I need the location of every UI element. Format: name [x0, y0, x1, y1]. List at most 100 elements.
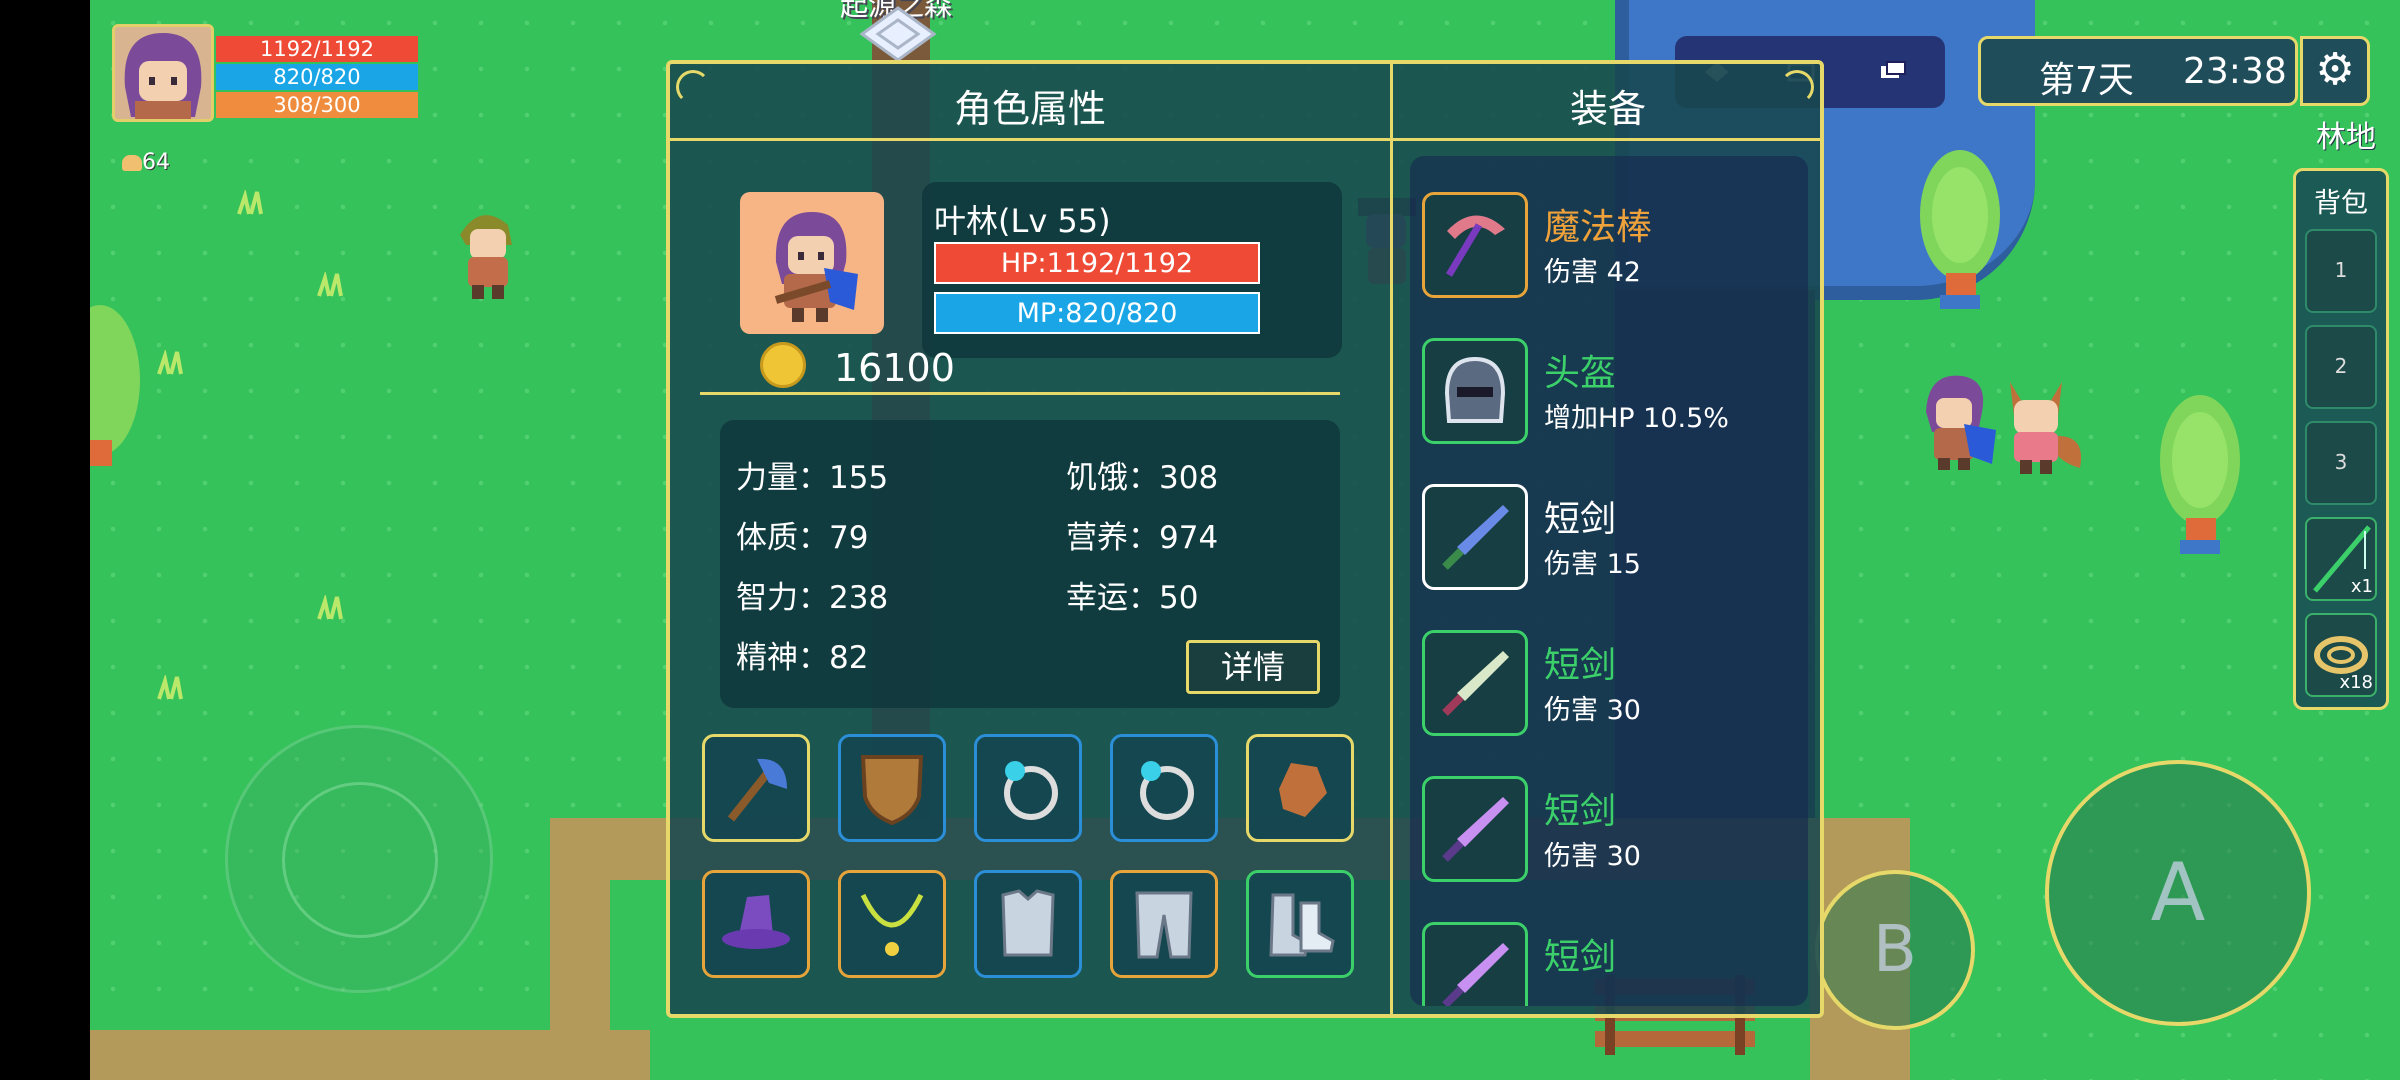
backpack-slot-2[interactable]: 2	[2305, 325, 2377, 409]
details-button[interactable]: 详情	[1186, 640, 1320, 694]
equipment-item[interactable]: 短剑 伤害 15	[1422, 476, 1802, 596]
character-mp-bar: MP:820/820	[934, 292, 1260, 334]
equip-slot-shield[interactable]	[838, 734, 946, 842]
equipment-name: 短剑	[1544, 791, 1617, 832]
dialog-header-line	[670, 138, 1820, 141]
equip-slot-boots[interactable]	[1246, 870, 1354, 978]
boots-icon	[1269, 893, 1335, 957]
equip-slot-necklace[interactable]	[838, 870, 946, 978]
equipment-name: 短剑	[1544, 645, 1617, 686]
character-dialog: 角色属性 装备 叶林(Lv 55) HP:1192/1192 MP:820/82…	[666, 60, 1824, 1018]
fox-companion[interactable]	[2000, 376, 2086, 476]
equip-slot-hat[interactable]	[702, 870, 810, 978]
stat-spirit: 精神：82	[736, 640, 869, 676]
a-button[interactable]: A	[2045, 760, 2311, 1026]
armor-icon	[1001, 889, 1055, 957]
dirt-path	[90, 1030, 650, 1080]
ring-icon	[1140, 761, 1194, 820]
equip-slot-leggings[interactable]	[1110, 870, 1218, 978]
equip-slot-weapon[interactable]	[702, 734, 810, 842]
sword-icon	[1442, 943, 1509, 1006]
character-portrait	[740, 192, 884, 334]
sword-icon	[1442, 505, 1509, 570]
grass-tuft	[157, 675, 183, 700]
stat-strength: 力量：155	[736, 460, 889, 496]
food-icon	[122, 155, 142, 171]
b-button[interactable]: B	[1815, 870, 1975, 1030]
food-count: 64	[142, 150, 170, 175]
tree	[1920, 150, 2000, 309]
backpack-slot-5[interactable]: x18	[2305, 613, 2377, 697]
equipment-desc: 伤害 15	[1544, 549, 1641, 580]
location-label: 林地	[2316, 120, 2376, 155]
equipment-name: 短剑	[1544, 499, 1617, 540]
gold-amount: 16100	[834, 346, 955, 390]
equipment-item[interactable]: 短剑	[1422, 914, 1802, 1006]
grass-tuft	[157, 350, 183, 375]
equipment-name: 头盔	[1544, 353, 1617, 394]
equipment-item[interactable]: 短剑 伤害 30	[1422, 622, 1802, 742]
helmet-icon	[1444, 356, 1506, 423]
item-count: x1	[2350, 576, 2373, 597]
leggings-icon	[1135, 891, 1193, 959]
settings-gear-icon[interactable]: ⚙	[2300, 36, 2370, 106]
equip-slot-gloves[interactable]	[1246, 734, 1354, 842]
pickaxe-icon	[1445, 215, 1505, 277]
equipment-item[interactable]: 头盔 增加HP 10.5%	[1422, 330, 1802, 450]
ring-icon	[1004, 761, 1058, 820]
player-mp-bar: 820/820	[216, 64, 418, 90]
equip-slot-ring-2[interactable]	[1110, 734, 1218, 842]
grass-tuft	[237, 190, 263, 215]
equipment-title: 装备	[1569, 87, 1646, 131]
player-hp-bar: 1192/1192	[216, 36, 418, 62]
tree	[90, 305, 140, 466]
time-label: 23:38	[2183, 51, 2287, 92]
day-time-display: 第7天 23:38	[1978, 36, 2298, 106]
equipment-icon-frame	[1422, 338, 1528, 444]
equipment-list[interactable]: 魔法棒 伤害 42 头盔 增加HP 10.5% 短剑 伤害 15 短剑 伤害 3…	[1410, 156, 1808, 1006]
dialog-divider	[1390, 64, 1393, 1018]
character-sprite-icon	[774, 212, 858, 322]
sword-icon	[1442, 797, 1509, 862]
item-count: x18	[2339, 672, 2373, 693]
character-hp-bar: HP:1192/1192	[934, 242, 1260, 284]
player-portrait-icon	[124, 33, 202, 119]
equipment-icon-frame	[1422, 630, 1528, 736]
movement-joystick[interactable]	[225, 725, 493, 993]
backpack-slot-1[interactable]: 1	[2305, 229, 2377, 313]
axe-icon	[727, 758, 787, 822]
equipment-desc: 伤害 30	[1544, 841, 1641, 872]
shield-icon	[860, 755, 924, 826]
stat-intelligence: 智力：238	[736, 580, 889, 616]
food-counter: 64	[122, 150, 170, 175]
tree	[2160, 395, 2240, 554]
equipment-name: 魔法棒	[1544, 207, 1653, 248]
backpack-slot-3[interactable]: 3	[2305, 421, 2377, 505]
waypoint-crystal-icon[interactable]	[858, 6, 938, 62]
grass-tuft	[317, 595, 343, 620]
backpack-panel: 背包 1 2 3 x1 x18	[2293, 168, 2389, 710]
player-character[interactable]	[1918, 372, 1998, 472]
player-avatar[interactable]	[112, 24, 214, 122]
equipment-icon-frame	[1422, 484, 1528, 590]
section-divider	[700, 392, 1340, 395]
attributes-title: 角色属性	[953, 87, 1106, 131]
player-stamina-bar: 308/300	[216, 92, 418, 118]
grass-tuft	[317, 272, 343, 297]
npc-character[interactable]	[450, 205, 526, 301]
backpack-slot-4[interactable]: x1	[2305, 517, 2377, 601]
character-info-panel: 叶林(Lv 55) HP:1192/1192 MP:820/820	[922, 182, 1342, 358]
equipment-item[interactable]: 短剑 伤害 30	[1422, 768, 1802, 888]
equipment-desc: 伤害 30	[1544, 695, 1641, 726]
equipment-item[interactable]: 魔法棒 伤害 42	[1422, 184, 1802, 304]
joystick-knob[interactable]	[282, 782, 438, 938]
equip-slot-armor[interactable]	[974, 870, 1082, 978]
stat-hunger: 饥饿：308	[1066, 460, 1219, 496]
chat-icon[interactable]	[1879, 60, 1907, 84]
stats-panel: 力量：155 体质：79 智力：238 精神：82 饥饿：308 营养：974 …	[720, 420, 1340, 708]
gold-coin-icon	[760, 342, 806, 388]
stat-constitution: 体质：79	[736, 520, 869, 556]
equip-slot-ring-1[interactable]	[974, 734, 1082, 842]
equipment-icon-frame	[1422, 192, 1528, 298]
equipment-icon-frame	[1422, 922, 1528, 1006]
